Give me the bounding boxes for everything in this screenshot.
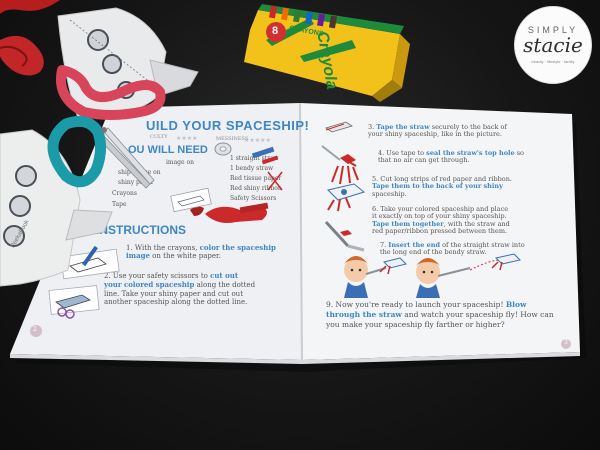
- crayon-count: 8: [272, 25, 279, 37]
- step-3-line-2: your shiny spaceship, like in the pictur…: [368, 130, 502, 139]
- step-9-lead: 9. Now you're ready to launch your space…: [326, 300, 506, 309]
- messiness-label: MESSINESS: [216, 136, 249, 142]
- step-1-highlight: color the spaceship: [199, 243, 276, 252]
- instructions-heading: INSTRUCTIONS: [96, 223, 186, 237]
- step-2-line-4: another spaceship along the dotted line.: [104, 298, 248, 307]
- step-6-line-4: red paper/ribbon pressed between them.: [372, 227, 508, 236]
- step-1-highlight-2: image: [126, 251, 150, 261]
- step-4-line-2: that no air can get through.: [378, 156, 470, 165]
- right-page-number: 3: [564, 339, 568, 346]
- supply-shiny-paper: shiny paper: [118, 179, 154, 186]
- you-will-need-heading: OU WILL NEED: [128, 144, 208, 156]
- step-2-highlight-2: your colored spaceship: [104, 279, 195, 289]
- supply-safety-scissors: Safety Scissors: [230, 195, 277, 202]
- step-5-line-3: spaceship.: [372, 189, 407, 198]
- step-7-text: 7. Insert the end of the straight straw …: [380, 241, 575, 257]
- supply-ship-image: ship image on: [118, 169, 161, 176]
- supplies-left-fragment: image on: [166, 159, 194, 166]
- left-page-number: 2: [33, 326, 37, 333]
- step-9-highlight-2: through the straw: [326, 309, 402, 319]
- difficulty-label: CULTY: [150, 134, 168, 140]
- supply-crayons: Crayons: [112, 190, 137, 197]
- left-page-title: UILD YOUR SPACESHIP!: [146, 118, 310, 133]
- step-2-rest: along the dotted: [194, 280, 256, 289]
- simply-stacie-watermark: SIMPLY stacie beauty · lifestyle · famil…: [514, 6, 592, 84]
- watermark-line-3: beauty · lifestyle · family: [531, 59, 575, 64]
- step-9-text: 9. Now you're ready to launch your space…: [326, 300, 581, 329]
- step-1-rest: on the white paper.: [149, 252, 221, 261]
- step-2-highlight: cut out: [210, 271, 239, 280]
- supply-red-tissue: Red tissue paper: [230, 175, 282, 182]
- step-3-text: 3. Tape the straw securely to the back o…: [368, 123, 568, 139]
- step-9-highlight: Blow: [505, 300, 527, 309]
- step-2-text: 2. Use your safety scissors to cut out y…: [104, 271, 304, 307]
- step-7-line-2: the long end of the bendy straw.: [380, 248, 487, 257]
- step-4-rest: so: [514, 149, 524, 157]
- step-5-text: 5. Cut long strips of red paper and ribb…: [372, 175, 572, 198]
- supply-straight-straw: 1 straight straw: [230, 155, 279, 162]
- step-9-line-3: you make your spaceship fly farther or h…: [326, 319, 505, 329]
- supply-red-ribbon: Red shiny ribbon: [230, 185, 282, 192]
- watermark-line-2: stacie: [523, 33, 583, 57]
- supply-bendy-straw: 1 bendy straw: [230, 165, 274, 172]
- photo-scene: UILD YOUR SPACESHIP! CULTY MESSINESS OU …: [0, 0, 600, 450]
- step-4-text: 4. Use tape to seal the straw's top hole…: [378, 149, 573, 165]
- step-2-line-3: line. Take your shiny paper and cut out: [104, 289, 244, 298]
- supply-tape: Tape: [112, 201, 127, 208]
- step-9-rest: and watch your spaceship fly! How can: [401, 309, 554, 319]
- step-6-text: 6. Take your colored spaceship and place…: [372, 205, 577, 236]
- step-1-text: 1. With the crayons, color the spaceship…: [126, 243, 296, 261]
